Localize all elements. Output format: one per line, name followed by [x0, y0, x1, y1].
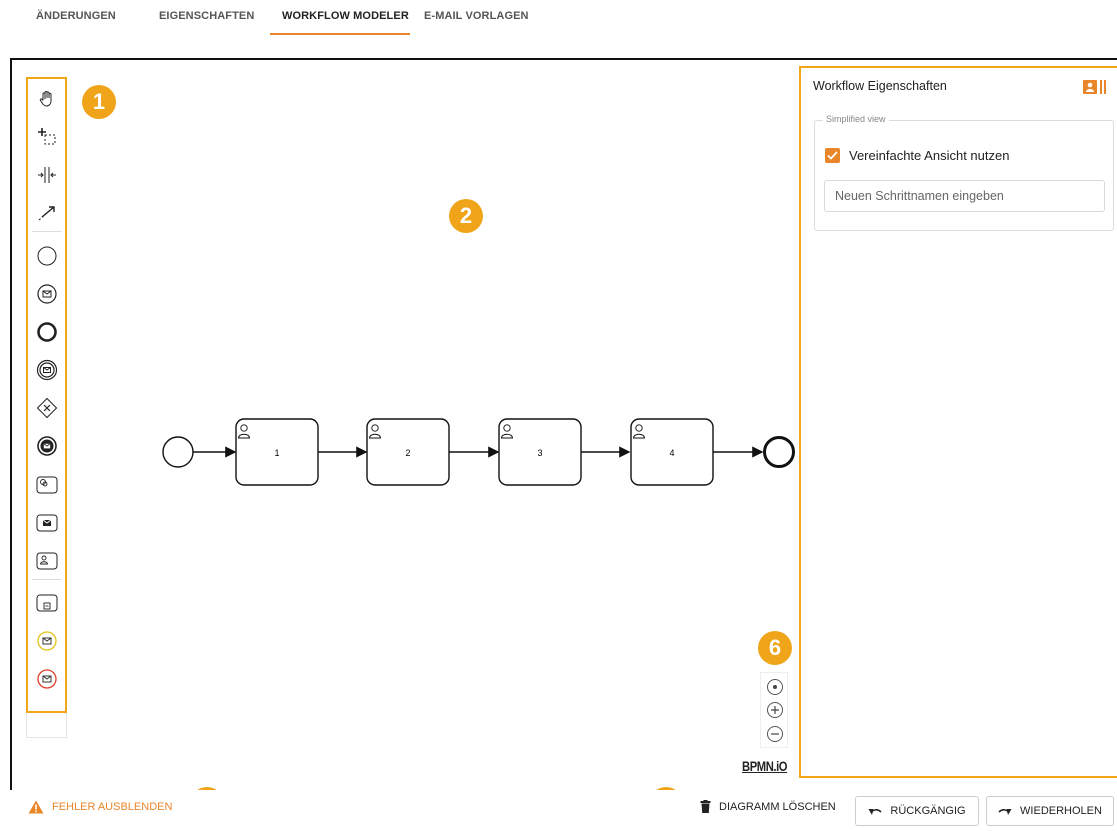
message-end-event-icon[interactable] [28, 432, 65, 460]
end-event[interactable] [763, 436, 795, 468]
properties-toggle-icon[interactable] [1083, 80, 1107, 99]
undo-label: RÜCKGÄNGIG [890, 805, 966, 817]
hide-errors-button[interactable]: FEHLER AUSBLENDEN [28, 800, 172, 814]
properties-title: Workflow Eigenschaften [813, 79, 947, 93]
zoom-out-icon[interactable] [767, 726, 783, 742]
bpmn-io-logo[interactable]: BPMN.iO [742, 758, 788, 774]
exclusive-gateway-icon[interactable] [28, 394, 65, 422]
space-tool-icon[interactable] [28, 161, 65, 189]
undo-button[interactable]: RÜCKGÄNGIG [855, 796, 979, 826]
warning-icon [28, 800, 44, 814]
section-legend: Simplified view [823, 114, 889, 124]
trash-icon [700, 800, 711, 813]
hide-errors-label: FEHLER AUSBLENDEN [52, 801, 173, 813]
send-task-icon[interactable] [28, 509, 65, 537]
tab-bar: ÄNDERUNGEN EIGENSCHAFTEN WORKFLOW MODELE… [0, 0, 1117, 38]
hand-tool-icon[interactable] [28, 85, 65, 113]
user-task[interactable]: 1 [235, 418, 319, 486]
user-task-icon[interactable] [28, 547, 65, 575]
message-intermediate-event-icon[interactable] [28, 356, 65, 384]
start-event[interactable] [162, 436, 194, 468]
message-start-event-icon[interactable] [28, 280, 65, 308]
task-label: 2 [405, 448, 410, 458]
simplified-view-label[interactable]: Vereinfachte Ansicht nutzen [849, 148, 1009, 163]
badge-6: 6 [758, 631, 792, 665]
tab-properties[interactable]: EIGENSCHAFTEN [159, 10, 254, 22]
step-name-input[interactable] [824, 180, 1105, 212]
tab-workflow-modeler[interactable]: WORKFLOW MODELER [282, 10, 409, 22]
palette-separator [32, 579, 61, 580]
task-label: 3 [537, 448, 542, 458]
undo-icon [868, 809, 882, 815]
lasso-tool-icon[interactable] [28, 122, 65, 150]
tab-changes[interactable]: ÄNDERUNGEN [36, 10, 116, 22]
simplified-view-checkbox[interactable] [825, 148, 840, 163]
task-label: 1 [274, 448, 279, 458]
palette-footer [26, 713, 67, 738]
badge-1: 1 [82, 85, 116, 119]
message-event-red-icon[interactable] [28, 665, 65, 693]
task-label: 4 [669, 448, 674, 458]
badge-2: 2 [449, 199, 483, 233]
bpmn-diagram: 1 2 3 4 [162, 418, 795, 486]
zoom-in-icon[interactable] [767, 702, 783, 718]
redo-icon [998, 809, 1012, 815]
zoom-controls [760, 672, 788, 748]
simplified-view-section: Simplified view Vereinfachte Ansicht nut… [814, 114, 1114, 231]
user-task[interactable]: 4 [630, 418, 714, 486]
start-event-icon[interactable] [28, 242, 65, 270]
reset-zoom-icon[interactable] [767, 679, 783, 695]
user-task[interactable]: 2 [366, 418, 450, 486]
message-event-yellow-icon[interactable] [28, 627, 65, 655]
properties-panel: Workflow Eigenschaften Simplified view V… [799, 66, 1117, 778]
delete-diagram-label: DIAGRAMM LÖSCHEN [719, 800, 836, 813]
tab-email-templates[interactable]: E-MAIL VORLAGEN [424, 10, 529, 22]
checkmark-icon [827, 151, 838, 160]
redo-button[interactable]: WIEDERHOLEN [986, 796, 1114, 826]
tool-palette [26, 77, 67, 713]
global-connect-tool-icon[interactable] [28, 199, 65, 227]
user-task[interactable]: 3 [498, 418, 582, 486]
redo-label: WIEDERHOLEN [1020, 805, 1102, 817]
delete-diagram-button[interactable]: DIAGRAMM LÖSCHEN [700, 800, 836, 813]
end-event-icon[interactable] [28, 318, 65, 346]
active-tab-indicator [270, 33, 410, 35]
subprocess-icon[interactable] [28, 589, 65, 617]
service-task-icon[interactable] [28, 471, 65, 499]
palette-separator [32, 231, 61, 232]
